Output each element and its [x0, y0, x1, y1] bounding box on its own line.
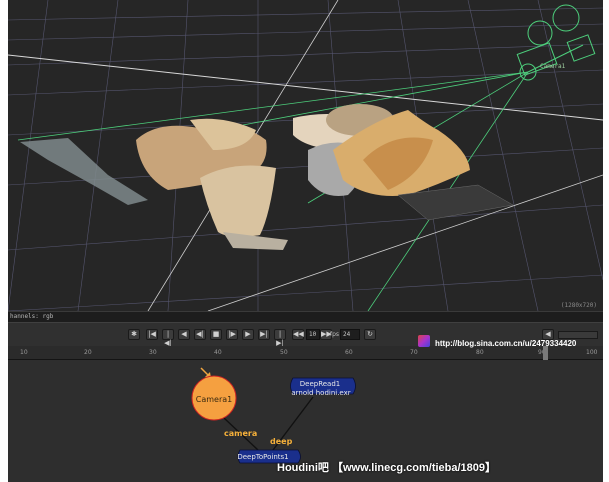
- tick-label: 50: [280, 349, 288, 356]
- point-cloud-sliver: [20, 138, 148, 205]
- play-forward-button[interactable]: ▶: [242, 329, 254, 340]
- pipe-label-deep: deep: [270, 437, 293, 446]
- frame-field[interactable]: 10: [306, 329, 320, 340]
- first-frame-button[interactable]: |◀: [146, 329, 158, 340]
- blog-logo-icon: [418, 335, 430, 347]
- viewer-3d[interactable]: Camera1 (1280x720): [8, 0, 603, 311]
- tick-label: 80: [476, 349, 484, 356]
- last-frame-button[interactable]: |▶|: [274, 329, 286, 347]
- camera-label: Camera1: [540, 63, 566, 70]
- deepread-file-label: arnold hodini.exr: [291, 389, 351, 397]
- tick-label: 60: [345, 349, 353, 356]
- play-backward-button[interactable]: ◀: [178, 329, 190, 340]
- footer-watermark: Houdini吧 【www.linecg.com/tieba/1809】: [277, 462, 497, 474]
- frame-back-10-button[interactable]: ◀◀: [292, 329, 304, 340]
- tick-label: 70: [410, 349, 418, 356]
- tick-label: 30: [149, 349, 157, 356]
- fps-field[interactable]: 24: [340, 329, 360, 340]
- tick-label: 10: [20, 349, 28, 356]
- step-back-button[interactable]: ◀|: [194, 329, 206, 340]
- prev-keyframe-button[interactable]: |◀|: [162, 329, 174, 347]
- viewport-scene: [8, 0, 603, 311]
- loop-mode-button[interactable]: ↻: [364, 329, 376, 340]
- stop-button[interactable]: ■: [210, 329, 222, 340]
- floor-grid: [8, 0, 603, 311]
- viewer-channel-bar: hannels: rgb: [8, 311, 603, 322]
- deepread-node-label: DeepRead1: [299, 380, 341, 388]
- camera-node-label: Camera1: [195, 395, 233, 404]
- playhead[interactable]: [543, 346, 548, 360]
- settings-button[interactable]: ✱: [128, 329, 140, 340]
- timeline-range-box[interactable]: [558, 331, 598, 339]
- channels-label: hannels: rgb: [10, 313, 54, 320]
- axis-line-x: [8, 54, 603, 121]
- resolution-readout: (1280x720): [560, 302, 597, 309]
- blog-url-watermark: http://blog.sina.com.cn/u/2479334420: [435, 339, 577, 348]
- nuke-window: Camera1 (1280x720) hannels: rgb ✱ |◀ |◀|…: [8, 0, 603, 482]
- tick-label: 40: [214, 349, 222, 356]
- next-keyframe-button[interactable]: ▶|: [258, 329, 270, 340]
- timeline-ruler[interactable]: 10 20 30 40 50 60 70 80 90 100: [8, 346, 603, 360]
- pipe-label-camera: camera: [224, 429, 258, 438]
- fps-label: fps: [330, 331, 340, 338]
- step-forward-button[interactable]: |▶: [226, 329, 238, 340]
- tick-label: 20: [84, 349, 92, 356]
- tick-label: 100: [586, 349, 598, 356]
